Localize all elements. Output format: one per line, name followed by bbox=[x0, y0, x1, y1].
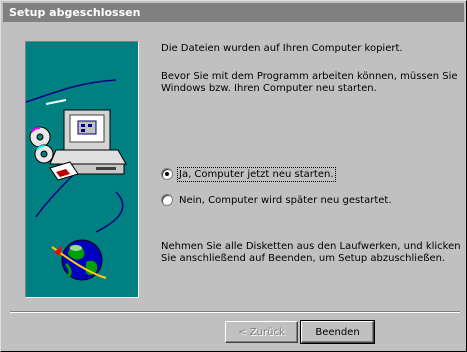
radio-selected-icon[interactable] bbox=[161, 168, 173, 180]
setup-dialog: Setup abgeschlossen Die Dateien wurden a… bbox=[0, 0, 467, 352]
cable-line-icon bbox=[26, 79, 117, 103]
window-title: Setup abgeschlossen bbox=[9, 6, 141, 19]
radio-unselected-icon[interactable] bbox=[161, 194, 173, 206]
cd-icon bbox=[29, 126, 54, 164]
restart-message: Bevor Sie mit dem Programm arbeiten könn… bbox=[161, 71, 458, 94]
computer-globe-illustration bbox=[26, 79, 127, 281]
title-bar: Setup abgeschlossen bbox=[3, 3, 464, 22]
finish-button[interactable]: Beenden bbox=[300, 320, 375, 344]
restart-later-label: Nein, Computer wird später neu gestartet… bbox=[179, 194, 392, 206]
separator bbox=[10, 311, 460, 313]
globe-icon bbox=[51, 239, 107, 281]
restart-now-option[interactable]: Ja, Computer jetzt neu starten. bbox=[161, 166, 336, 182]
copied-message: Die Dateien wurden auf Ihren Computer ko… bbox=[161, 43, 403, 54]
restart-now-label: Ja, Computer jetzt neu starten. bbox=[177, 166, 336, 182]
restart-later-option[interactable]: Nein, Computer wird später neu gestartet… bbox=[161, 194, 392, 206]
arrow-icon bbox=[45, 99, 67, 105]
setup-illustration bbox=[25, 41, 139, 298]
back-button[interactable]: < Zurück bbox=[225, 321, 298, 343]
finish-instructions: Nehmen Sie alle Disketten aus den Laufwe… bbox=[161, 241, 461, 264]
